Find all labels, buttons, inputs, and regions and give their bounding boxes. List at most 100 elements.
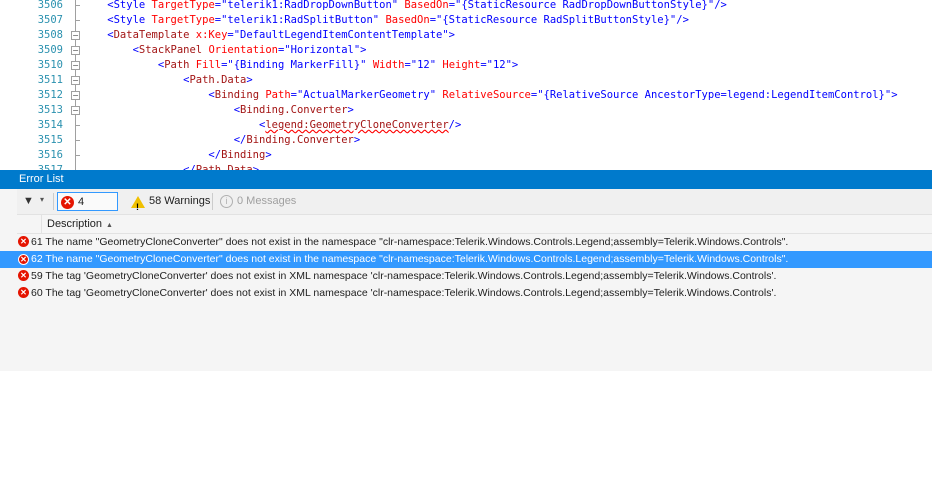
outline-guide — [70, 163, 82, 170]
error-icon: ✕ — [61, 196, 74, 209]
code-token: Height — [436, 59, 481, 71]
code-token: ="12" — [404, 59, 437, 71]
line-number: 3514 — [37, 119, 63, 131]
code-token: Path — [164, 59, 190, 71]
error-description: 62 The name "GeometryCloneConverter" doe… — [31, 253, 789, 265]
code-line[interactable]: 3513− <Binding.Converter> — [0, 103, 932, 118]
code-text: <legend:GeometryCloneConverter/> — [82, 118, 461, 133]
code-token: ="telerik1:RadDropDownButton" — [214, 0, 405, 11]
code-token: ="ActualMarkerGeometry" — [290, 89, 437, 101]
error-icon: ✕ — [18, 287, 29, 298]
line-number: 3511 — [37, 74, 63, 86]
error-description: 59 The tag 'GeometryCloneConverter' does… — [31, 270, 777, 282]
line-number: 3506 — [37, 0, 63, 11]
collapse-toggle-icon[interactable]: − — [70, 88, 82, 103]
code-token: Binding.Converter — [246, 134, 354, 146]
code-token: > — [353, 134, 361, 146]
collapse-toggle-icon[interactable]: − — [70, 58, 82, 73]
code-token: Binding.Converter — [240, 104, 348, 116]
error-list-title: Error List — [0, 170, 932, 189]
code-token: RelativeSource — [436, 89, 531, 101]
code-token: Orientation — [202, 44, 278, 56]
code-text: <Style TargetType="telerik1:RadSplitButt… — [82, 13, 689, 28]
error-list-panel: Error List ▼ ▾ ✕4 Errors ! 58 Warnings i0… — [0, 170, 932, 371]
description-column-label: Description — [47, 218, 103, 230]
errors-filter-button[interactable]: ✕4 Errors — [57, 192, 118, 227]
code-line[interactable]: 3510− <Path Fill="{Binding MarkerFill}" … — [0, 58, 932, 73]
error-list-toolbar: ▼ ▾ ✕4 Errors ! 58 Warnings i 0 Messages — [17, 189, 932, 227]
code-line[interactable]: 3516 </Binding> — [0, 148, 932, 163]
code-token: Width — [366, 59, 405, 71]
collapse-toggle-icon[interactable]: − — [70, 43, 82, 58]
collapse-toggle-icon[interactable]: − — [70, 73, 82, 88]
code-text: <Path Fill="{Binding MarkerFill}" Width=… — [82, 58, 518, 73]
code-token: ="Horizontal"> — [277, 44, 367, 56]
code-token: < — [82, 104, 241, 116]
messages-filter-label: 0 Messages — [237, 195, 297, 207]
code-token: < — [82, 89, 215, 101]
line-number: 3507 — [37, 14, 63, 26]
error-row[interactable]: ✕ 59 The tag 'GeometryCloneConverter' doe… — [0, 268, 932, 285]
line-number: 3515 — [37, 134, 63, 146]
line-number: 3513 — [37, 104, 63, 116]
code-token: StackPanel — [138, 44, 203, 56]
warnings-filter-button[interactable]: ! 58 Warnings — [129, 192, 211, 212]
code-line[interactable]: 3517 </Path.Data> — [0, 163, 932, 170]
code-token: DataTemplate — [113, 29, 190, 41]
error-rows: ✕ 61 The name "GeometryCloneConverter" do… — [0, 234, 932, 302]
code-token: x:Key — [189, 29, 228, 41]
code-token: BasedOn — [385, 14, 430, 26]
line-number: 3508 — [37, 29, 63, 41]
code-line[interactable]: 3515 </Binding.Converter> — [0, 133, 932, 148]
code-line[interactable]: 3507 <Style TargetType="telerik1:RadSpli… — [0, 13, 932, 28]
code-line[interactable]: 3508− <DataTemplate x:Key="DefaultLegend… — [0, 28, 932, 43]
code-token: ="{RelativeSource AncestorType=legend:Le… — [530, 89, 898, 101]
code-line[interactable]: 3512− <Binding Path="ActualMarkerGeometr… — [0, 88, 932, 103]
code-token: Path.Data — [189, 74, 247, 86]
error-description: 61 The name "GeometryCloneConverter" doe… — [31, 236, 789, 248]
collapse-toggle-icon[interactable]: − — [70, 28, 82, 43]
code-line[interactable]: 3506 <Style TargetType="telerik1:RadDrop… — [0, 0, 932, 13]
description-column-header[interactable]: Description ▲ — [47, 215, 113, 235]
line-number: 3510 — [37, 59, 63, 71]
code-token: BasedOn — [404, 0, 449, 11]
sort-ascending-icon: ▲ — [106, 222, 113, 229]
code-token: ="{Binding MarkerFill}" — [221, 59, 367, 71]
code-text: </Binding> — [82, 148, 272, 163]
code-token: < — [82, 44, 139, 56]
code-token: > — [347, 104, 354, 116]
filter-dropdown-icon[interactable]: ▾ — [40, 195, 44, 204]
line-number: 3509 — [37, 44, 63, 56]
code-text: <Path.Data> — [82, 73, 253, 88]
code-token: </ — [82, 134, 247, 146]
code-token: Binding — [214, 89, 260, 101]
code-text: <Binding.Converter> — [82, 103, 354, 118]
code-token: < — [82, 29, 114, 41]
code-token: < — [82, 119, 266, 131]
line-number: 3516 — [37, 149, 63, 161]
code-line[interactable]: 3509− <StackPanel Orientation="Horizonta… — [0, 43, 932, 58]
warnings-filter-label: 58 Warnings — [149, 195, 211, 207]
error-squiggle-token: legend:GeometryCloneConverter — [265, 119, 449, 131]
error-row[interactable]: ✕ 60 The tag 'GeometryCloneConverter' doe… — [0, 285, 932, 302]
code-token: > — [265, 149, 272, 161]
error-icon: ✕ — [18, 236, 29, 247]
code-editor[interactable]: 3506 <Style TargetType="telerik1:RadDrop… — [0, 0, 932, 170]
error-row[interactable]: ✕ 61 The name "GeometryCloneConverter" do… — [0, 234, 932, 251]
collapse-toggle-icon[interactable]: − — [70, 103, 82, 118]
code-token: Fill — [189, 59, 222, 71]
code-token: TargetType — [151, 14, 215, 26]
code-line[interactable]: 3514 <legend:GeometryCloneConverter/> — [0, 118, 932, 133]
error-row[interactable]: ✕ 62 The name "GeometryCloneConverter" do… — [0, 251, 932, 268]
filter-icon[interactable]: ▼ — [23, 195, 34, 207]
messages-filter-button[interactable]: i 0 Messages — [220, 192, 296, 211]
code-token: TargetType — [151, 0, 215, 11]
error-icon: ✕ — [18, 270, 29, 281]
code-token: ="{StaticResource RadDropDownButtonStyle… — [448, 0, 727, 11]
code-token: ="12"> — [480, 59, 519, 71]
code-line[interactable]: 3511− <Path.Data> — [0, 73, 932, 88]
error-description: 60 The tag 'GeometryCloneConverter' does… — [31, 287, 777, 299]
column-header[interactable]: Description ▲ — [17, 214, 932, 234]
code-token: Path — [259, 89, 291, 101]
line-number: 3517 — [37, 164, 63, 170]
